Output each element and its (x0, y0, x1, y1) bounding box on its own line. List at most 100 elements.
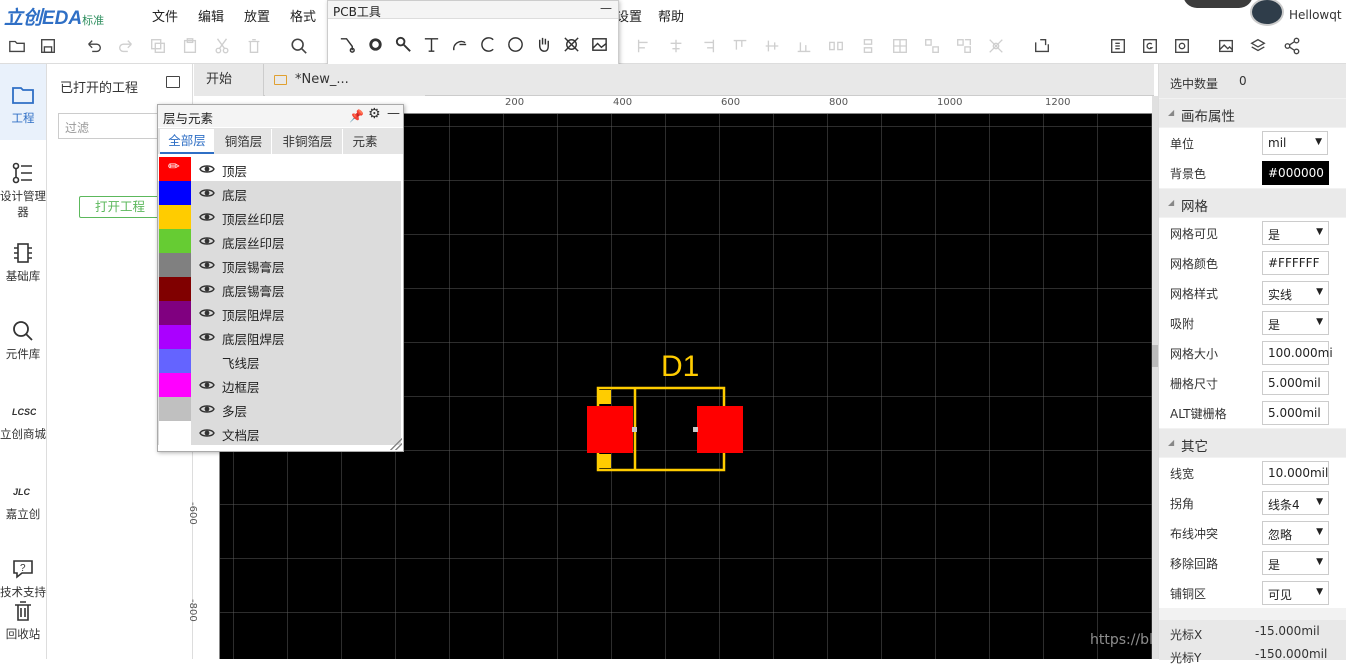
layer-row[interactable]: 顶层阻焊层 (158, 301, 401, 325)
alt-snap-input[interactable]: 5.000mil (1262, 401, 1329, 425)
layer-color-swatch[interactable] (159, 421, 191, 445)
center-arc-icon[interactable] (476, 33, 498, 55)
layer-color-swatch[interactable] (159, 325, 191, 349)
pcb-tools-minimize-button[interactable]: — (600, 1, 612, 15)
eye-icon[interactable] (199, 209, 215, 225)
pad-1[interactable] (587, 406, 633, 453)
menu-help[interactable]: 帮助 (658, 6, 684, 25)
filter-input[interactable]: 过滤 (58, 113, 158, 139)
resize-grip[interactable] (390, 438, 402, 450)
grid-size-input[interactable]: 100.000mi (1262, 341, 1333, 365)
save-icon[interactable] (38, 36, 58, 56)
align-bottom-icon[interactable] (794, 36, 814, 56)
pad-icon[interactable] (364, 33, 386, 55)
hole-icon[interactable] (560, 33, 582, 55)
layer-color-swatch[interactable] (159, 373, 191, 397)
layer-color-swatch[interactable]: ✏ (159, 157, 191, 181)
paste-icon[interactable] (180, 36, 200, 56)
grid-visible-select[interactable]: 是 (1262, 221, 1329, 245)
share-icon[interactable] (1282, 36, 1302, 56)
layer-tab-copper[interactable]: 铜箔层 (216, 129, 272, 154)
nav-basic-lib[interactable]: 基础库 (0, 240, 46, 284)
zoom-icon[interactable] (289, 36, 309, 56)
gerber-icon[interactable] (1140, 36, 1160, 56)
align-top-icon[interactable] (730, 36, 750, 56)
layer-row[interactable]: 文档层 (158, 421, 401, 445)
layer-row[interactable]: ✏ 顶层 (158, 157, 401, 181)
undo-icon[interactable] (84, 36, 104, 56)
gear-icon[interactable]: ⚙ (368, 106, 381, 122)
conflict-select[interactable]: 忽略 (1262, 521, 1329, 545)
layer-color-swatch[interactable] (159, 301, 191, 325)
eye-icon[interactable] (199, 305, 215, 321)
open-project-button[interactable]: 打开工程 (79, 196, 161, 218)
layer-color-swatch[interactable] (159, 253, 191, 277)
layer-tab-non-copper[interactable]: 非铜箔层 (273, 129, 343, 154)
layer-row[interactable]: 底层锡膏层 (158, 277, 401, 301)
remove-loop-select[interactable]: 是 (1262, 551, 1329, 575)
via-icon[interactable] (392, 33, 414, 55)
layer-row[interactable]: 飞线层 (158, 349, 401, 373)
image-place-icon[interactable] (588, 33, 610, 55)
menu-settings[interactable]: 设置 (616, 6, 642, 25)
track-width-input[interactable]: 10.000mil (1262, 461, 1329, 485)
layer-color-swatch[interactable] (159, 181, 191, 205)
layer-color-swatch[interactable] (159, 349, 191, 373)
import-changes-icon[interactable] (1032, 36, 1052, 56)
layer-row[interactable]: 边框层 (158, 373, 401, 397)
menu-format[interactable]: 格式 (290, 6, 316, 25)
snap-icon[interactable] (986, 36, 1006, 56)
tab-new-pcb[interactable]: *New_... (265, 64, 425, 96)
image-icon[interactable] (1216, 36, 1236, 56)
hand-icon[interactable] (532, 33, 554, 55)
grid-color-input[interactable]: #FFFFFF (1262, 251, 1329, 275)
eye-icon[interactable] (199, 257, 215, 273)
distribute-h-icon[interactable] (826, 36, 846, 56)
delete-icon[interactable] (244, 36, 264, 56)
arc-icon[interactable] (448, 33, 470, 55)
corner-select[interactable]: 线条4 (1262, 491, 1329, 515)
align-left-icon[interactable] (634, 36, 654, 56)
eye-icon[interactable] (199, 185, 215, 201)
eye-icon[interactable] (199, 329, 215, 345)
eye-icon[interactable] (199, 377, 215, 393)
section-other[interactable]: 其它 (1159, 429, 1346, 457)
snap-select[interactable]: 是 (1262, 311, 1329, 335)
open-folder-icon[interactable] (7, 36, 27, 56)
distribute-v-icon[interactable] (858, 36, 878, 56)
track-icon[interactable] (336, 33, 358, 55)
avatar[interactable] (1250, 0, 1284, 26)
eye-icon[interactable] (199, 401, 215, 417)
layer-row[interactable]: 底层丝印层 (158, 229, 401, 253)
nav-lcsc-mall[interactable]: LCSC 立创商城 (0, 398, 46, 442)
layer-row[interactable]: 底层 (158, 181, 401, 205)
minimize-icon[interactable]: — (387, 106, 400, 121)
app-logo[interactable]: 立创EDA标准 (4, 3, 104, 30)
nav-support[interactable]: ? 技术支持 (0, 556, 46, 600)
layer-color-swatch[interactable] (159, 229, 191, 253)
grid-align-icon[interactable] (890, 36, 910, 56)
eye-icon[interactable] (199, 281, 215, 297)
menu-place[interactable]: 放置 (244, 6, 270, 25)
align-middle-icon[interactable] (762, 36, 782, 56)
nav-jlc[interactable]: JLC 嘉立创 (0, 478, 46, 522)
designator-label[interactable]: D1 (661, 350, 699, 384)
layer-row[interactable]: 顶层锡膏层 (158, 253, 401, 277)
ungroup-icon[interactable] (954, 36, 974, 56)
user-name[interactable]: Hellowqt (1289, 8, 1342, 22)
cut-icon[interactable] (212, 36, 232, 56)
layer-tab-elements[interactable]: 元素 (344, 129, 386, 154)
align-center-icon[interactable] (666, 36, 686, 56)
redo-icon[interactable] (116, 36, 136, 56)
folder-small-icon[interactable] (166, 76, 180, 88)
pin-icon[interactable]: 📌 (349, 109, 364, 123)
pad-2[interactable] (697, 406, 743, 453)
layer-row[interactable]: 顶层丝印层 (158, 205, 401, 229)
tab-start[interactable]: 开始 (194, 64, 264, 96)
bg-color-input[interactable]: #000000 (1262, 161, 1329, 185)
circle-icon[interactable] (504, 33, 526, 55)
section-grid[interactable]: 网格 (1159, 189, 1346, 217)
eye-icon[interactable] (199, 425, 215, 441)
nav-component-lib[interactable]: 元件库 (0, 318, 46, 362)
menu-edit[interactable]: 编辑 (198, 6, 224, 25)
